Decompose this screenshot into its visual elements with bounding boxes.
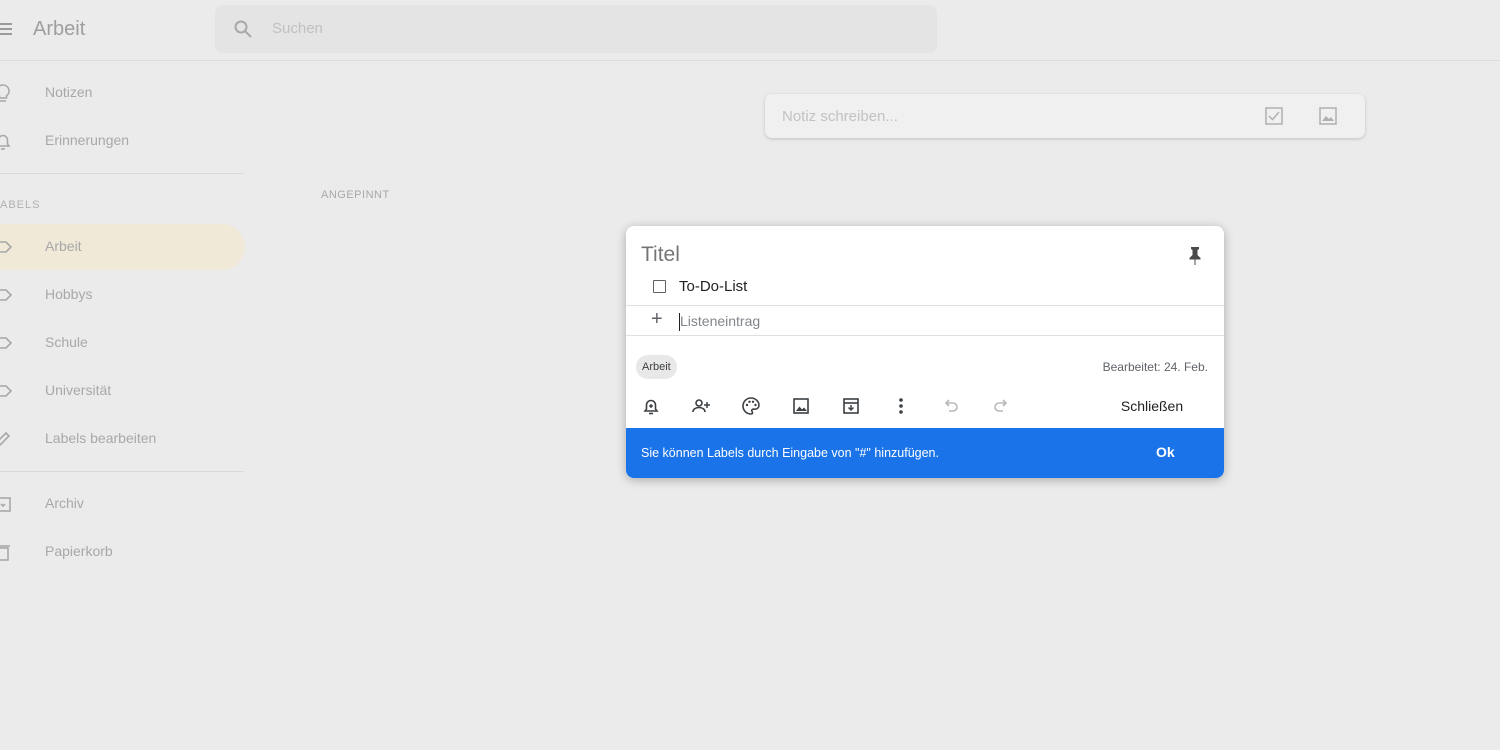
plus-icon: + xyxy=(651,308,663,330)
label-chip[interactable]: Arbeit xyxy=(636,355,677,379)
reminder-bell-icon[interactable] xyxy=(641,396,661,416)
sidebar-item-notes[interactable]: Notizen xyxy=(0,70,245,116)
image-icon[interactable] xyxy=(1318,106,1338,126)
collaborator-icon[interactable] xyxy=(691,396,711,416)
search-icon[interactable] xyxy=(233,19,253,39)
app-title: Arbeit xyxy=(33,18,86,40)
sidebar-item-label: Schule xyxy=(45,334,88,350)
palette-icon[interactable] xyxy=(741,396,761,416)
sidebar-item-label: Labels bearbeiten xyxy=(45,430,157,446)
search-bar[interactable]: Suchen xyxy=(215,5,937,53)
sidebar-item-label: Notizen xyxy=(45,84,93,100)
divider xyxy=(626,335,1224,336)
sidebar-item-trash[interactable]: Papierkorb xyxy=(0,529,245,575)
undo-icon[interactable] xyxy=(941,396,961,416)
sidebar-item-label: Archiv xyxy=(45,495,84,511)
bell-icon xyxy=(0,134,11,150)
label-icon xyxy=(0,385,13,397)
sidebar-item-schule[interactable]: Schule xyxy=(0,320,245,366)
toast-message: Sie können Labels durch Eingabe von "#" … xyxy=(641,446,939,460)
archive-icon xyxy=(0,497,11,512)
label-icon xyxy=(0,337,13,349)
edited-timestamp: Bearbeitet: 24. Feb. xyxy=(1102,360,1208,374)
note-title-input[interactable] xyxy=(641,243,1141,267)
sidebar-item-label: Arbeit xyxy=(45,238,82,254)
add-image-icon[interactable] xyxy=(791,396,811,416)
pencil-icon xyxy=(0,431,11,446)
search-input[interactable]: Suchen xyxy=(272,20,323,37)
list-item-text[interactable]: To-Do-List xyxy=(679,278,747,295)
label-hint-toast: Sie können Labels durch Eingabe von "#" … xyxy=(626,428,1224,478)
sidebar-item-hobbys[interactable]: Hobbys xyxy=(0,272,245,318)
take-note-input[interactable]: Notiz schreiben... xyxy=(782,108,898,125)
sidebar-item-universitaet[interactable]: Universität xyxy=(0,368,245,414)
sidebar-divider xyxy=(0,471,244,472)
add-list-item-row: + xyxy=(626,306,1224,335)
close-button[interactable]: Schließen xyxy=(1110,391,1194,421)
sidebar-divider xyxy=(0,173,244,174)
sidebar-item-arbeit[interactable]: Arbeit xyxy=(0,224,245,270)
note-editor-dialog: To-Do-List + Arbeit Bearbeitet: 24. Feb. xyxy=(626,226,1224,478)
archive-icon[interactable] xyxy=(841,396,861,416)
list-item-input[interactable] xyxy=(680,313,1180,329)
list-item-checkbox[interactable] xyxy=(653,280,666,293)
label-icon xyxy=(0,241,13,253)
menu-icon[interactable] xyxy=(0,20,12,38)
more-vert-icon[interactable] xyxy=(891,396,911,416)
sidebar-item-label: Universität xyxy=(45,382,112,398)
trash-icon xyxy=(0,545,10,561)
sidebar-item-label: Hobbys xyxy=(45,286,93,302)
pin-icon[interactable] xyxy=(1184,244,1206,266)
sidebar-item-reminders[interactable]: Erinnerungen xyxy=(0,118,245,164)
redo-icon[interactable] xyxy=(991,396,1011,416)
checkbox-list-icon[interactable] xyxy=(1264,106,1284,126)
label-icon xyxy=(0,289,13,301)
sidebar-item-label: Erinnerungen xyxy=(45,132,130,148)
sidebar-item-label: Papierkorb xyxy=(45,543,113,559)
pinned-heading: ANGEPINNT xyxy=(321,189,390,201)
labels-heading: ABELS xyxy=(0,199,41,211)
list-item: To-Do-List xyxy=(626,275,1224,305)
top-bar: Arbeit Suchen xyxy=(0,0,1500,61)
toast-ok-button[interactable]: Ok xyxy=(1156,444,1175,460)
sidebar-item-edit-labels[interactable]: Labels bearbeiten xyxy=(0,416,245,462)
sidebar-item-archive[interactable]: Archiv xyxy=(0,481,245,527)
take-note-bar[interactable]: Notiz schreiben... xyxy=(765,94,1365,138)
lightbulb-icon xyxy=(0,84,10,102)
